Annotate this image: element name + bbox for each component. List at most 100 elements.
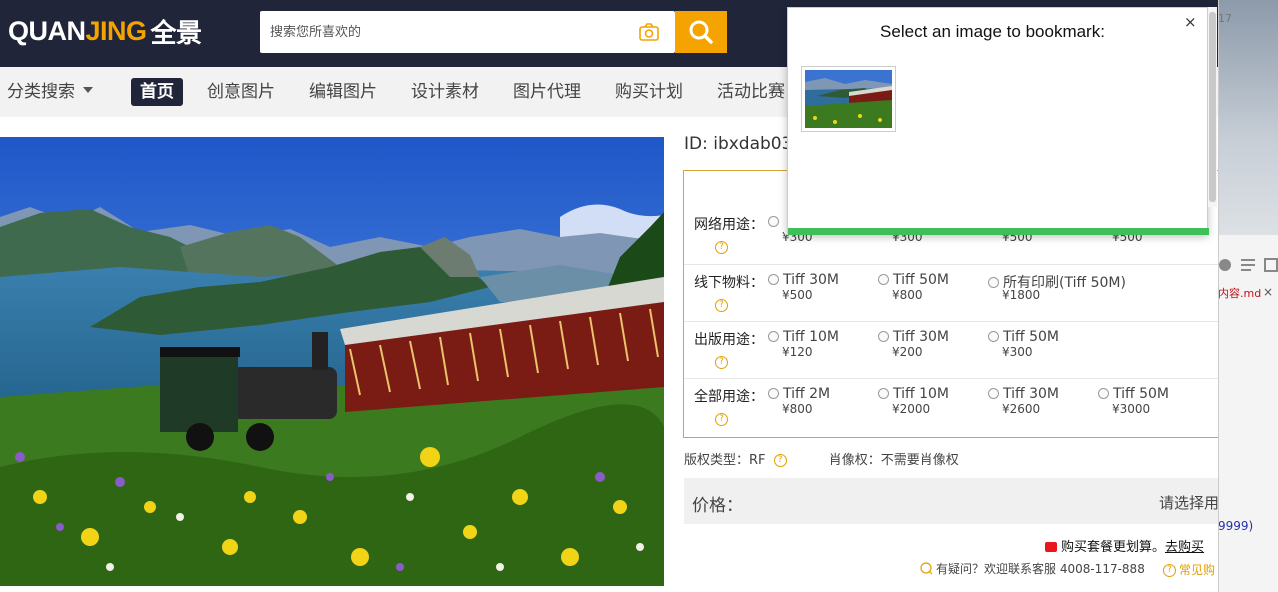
option-price: ¥800 xyxy=(892,288,923,302)
help-icon: ? xyxy=(1163,564,1176,577)
radio-button[interactable] xyxy=(988,330,999,342)
nav-item-purchase-plan[interactable]: 购买计划 xyxy=(615,78,683,106)
option-name: Tiff 30M xyxy=(783,272,839,288)
file-tab-label[interactable]: 内容.md xyxy=(1219,285,1261,301)
contact-text: 有疑问？欢迎联系客服 4008-117-888 xyxy=(936,562,1145,576)
faq-text: 常见购 xyxy=(1179,563,1216,577)
faq-link[interactable]: ? 常见购 xyxy=(1163,561,1215,578)
help-icon[interactable]: ? xyxy=(715,299,728,312)
row-label: 全部用途： xyxy=(694,389,764,405)
help-icon[interactable]: ? xyxy=(715,356,728,369)
nav-category-search[interactable]: 分类搜索 xyxy=(7,78,93,106)
help-icon[interactable]: ? xyxy=(715,241,728,254)
option-name: Tiff 50M xyxy=(1003,329,1059,345)
row-label: 网络用途： xyxy=(694,217,764,233)
search-bar xyxy=(260,11,675,53)
price-bar: 价格： 请选择用 xyxy=(684,478,1220,524)
radio-button[interactable] xyxy=(768,330,779,342)
help-icon[interactable]: ? xyxy=(715,413,728,426)
contact-support[interactable]: 有疑问？欢迎联系客服 4008-117-888 xyxy=(920,560,1145,577)
license-option[interactable]: Tiff 30M xyxy=(768,272,839,288)
radio-button[interactable] xyxy=(988,387,999,399)
scrollbar-thumb[interactable] xyxy=(1209,12,1216,202)
license-option[interactable]: Tiff 10M xyxy=(768,329,839,345)
option-price: ¥2000 xyxy=(892,402,931,416)
logo-text-orange: JING xyxy=(85,15,148,46)
radio-button[interactable] xyxy=(768,387,779,399)
nav-item-editorial[interactable]: 编辑图片 xyxy=(309,78,377,106)
option-name: Tiff 30M xyxy=(1003,386,1059,402)
license-option[interactable]: Tiff 50M xyxy=(878,272,949,288)
radio-button[interactable] xyxy=(988,276,999,288)
help-icon[interactable]: ? xyxy=(773,454,787,467)
site-logo[interactable]: QUAN JING 全景 xyxy=(8,14,202,48)
row-label: 线下物料： xyxy=(694,275,764,291)
search-button[interactable] xyxy=(675,11,727,53)
close-icon[interactable]: × xyxy=(1263,285,1273,299)
main-photo[interactable] xyxy=(0,137,664,586)
package-promo: 购买套餐更划算。去购买 xyxy=(1045,536,1204,555)
close-icon[interactable]: × xyxy=(1184,15,1197,30)
license-option[interactable] xyxy=(768,214,783,230)
nav-item-home[interactable]: 首页 xyxy=(131,78,183,106)
popup-title: Select an image to bookmark: xyxy=(880,22,1105,41)
option-price: ¥300 xyxy=(1002,345,1033,359)
license-option[interactable]: Tiff 50M xyxy=(988,329,1059,345)
option-price: ¥500 xyxy=(782,288,813,302)
side-number: 17 xyxy=(1218,12,1232,25)
image-id: ID: ibxdab03 xyxy=(684,134,793,154)
radio-button[interactable] xyxy=(768,273,779,285)
option-price: ¥3000 xyxy=(1112,402,1151,416)
option-name: Tiff 50M xyxy=(893,272,949,288)
page: QUANJING全景 分类搜索 首页 创意图片 编辑图片 设计素材 图片代理 购… xyxy=(0,0,1278,592)
side-code-text: 9999) xyxy=(1218,519,1254,533)
nav-item-design[interactable]: 设计素材 xyxy=(411,78,479,106)
logo-text-chinese: 全景 xyxy=(150,17,203,48)
logo-text-white: QUAN xyxy=(8,15,86,46)
progress-bar xyxy=(788,228,1209,235)
option-name: Tiff 10M xyxy=(783,329,839,345)
license-option[interactable]: Tiff 10M xyxy=(878,386,949,402)
radio-button[interactable] xyxy=(1098,387,1109,399)
row-all-use: 全部用途： ? Tiff 2M ¥800 Tiff 10M ¥2000 Tiff… xyxy=(684,378,1224,435)
chevron-down-icon xyxy=(83,87,93,93)
license-option[interactable]: Tiff 30M xyxy=(988,386,1059,402)
option-price: ¥800 xyxy=(782,402,813,416)
promo-text: 购买套餐更划算。 xyxy=(1061,540,1166,555)
license-option[interactable]: Tiff 2M xyxy=(768,386,830,402)
camera-icon[interactable] xyxy=(635,21,663,43)
option-price: ¥2600 xyxy=(1002,402,1041,416)
buy-package-link[interactable]: 去购买 xyxy=(1165,540,1204,555)
radio-button[interactable] xyxy=(768,215,779,227)
radio-button[interactable] xyxy=(878,273,889,285)
nav-category-label: 分类搜索 xyxy=(7,82,75,102)
option-name: Tiff 2M xyxy=(783,386,831,402)
option-price: ¥120 xyxy=(782,345,813,359)
price-label: 价格： xyxy=(692,496,743,516)
row-label: 出版用途： xyxy=(694,332,764,348)
license-meta: 版权类型：RF ? 肖像权：不需要肖像权 xyxy=(684,449,959,468)
copyright-type: 版权类型：RF xyxy=(684,453,766,468)
option-price: ¥1800 xyxy=(1002,288,1041,302)
license-option[interactable]: Tiff 30M xyxy=(878,329,949,345)
nav-item-creative[interactable]: 创意图片 xyxy=(207,78,275,106)
nav-item-agency[interactable]: 图片代理 xyxy=(513,78,581,106)
option-price: ¥200 xyxy=(892,345,923,359)
nav-item-contests[interactable]: 活动比赛 xyxy=(717,78,785,106)
image-thumbnail[interactable] xyxy=(801,66,896,132)
bookmark-popup: Select an image to bookmark: × xyxy=(787,7,1209,235)
background-image xyxy=(1219,0,1278,235)
row-publishing: 出版用途： ? Tiff 10M ¥120 Tiff 30M ¥200 Tiff… xyxy=(684,321,1224,378)
option-name: Tiff 30M xyxy=(893,329,949,345)
option-name: Tiff 50M xyxy=(1113,386,1169,402)
chat-icon xyxy=(920,562,933,575)
price-hint: 请选择用 xyxy=(1159,494,1220,512)
radio-button[interactable] xyxy=(878,330,889,342)
thumbnail-image xyxy=(805,70,892,128)
search-icon xyxy=(689,20,713,44)
search-input[interactable] xyxy=(260,11,630,53)
toolbar-icons[interactable] xyxy=(1219,256,1278,274)
option-name: Tiff 10M xyxy=(893,386,949,402)
radio-button[interactable] xyxy=(878,387,889,399)
license-option[interactable]: Tiff 50M xyxy=(1098,386,1169,402)
